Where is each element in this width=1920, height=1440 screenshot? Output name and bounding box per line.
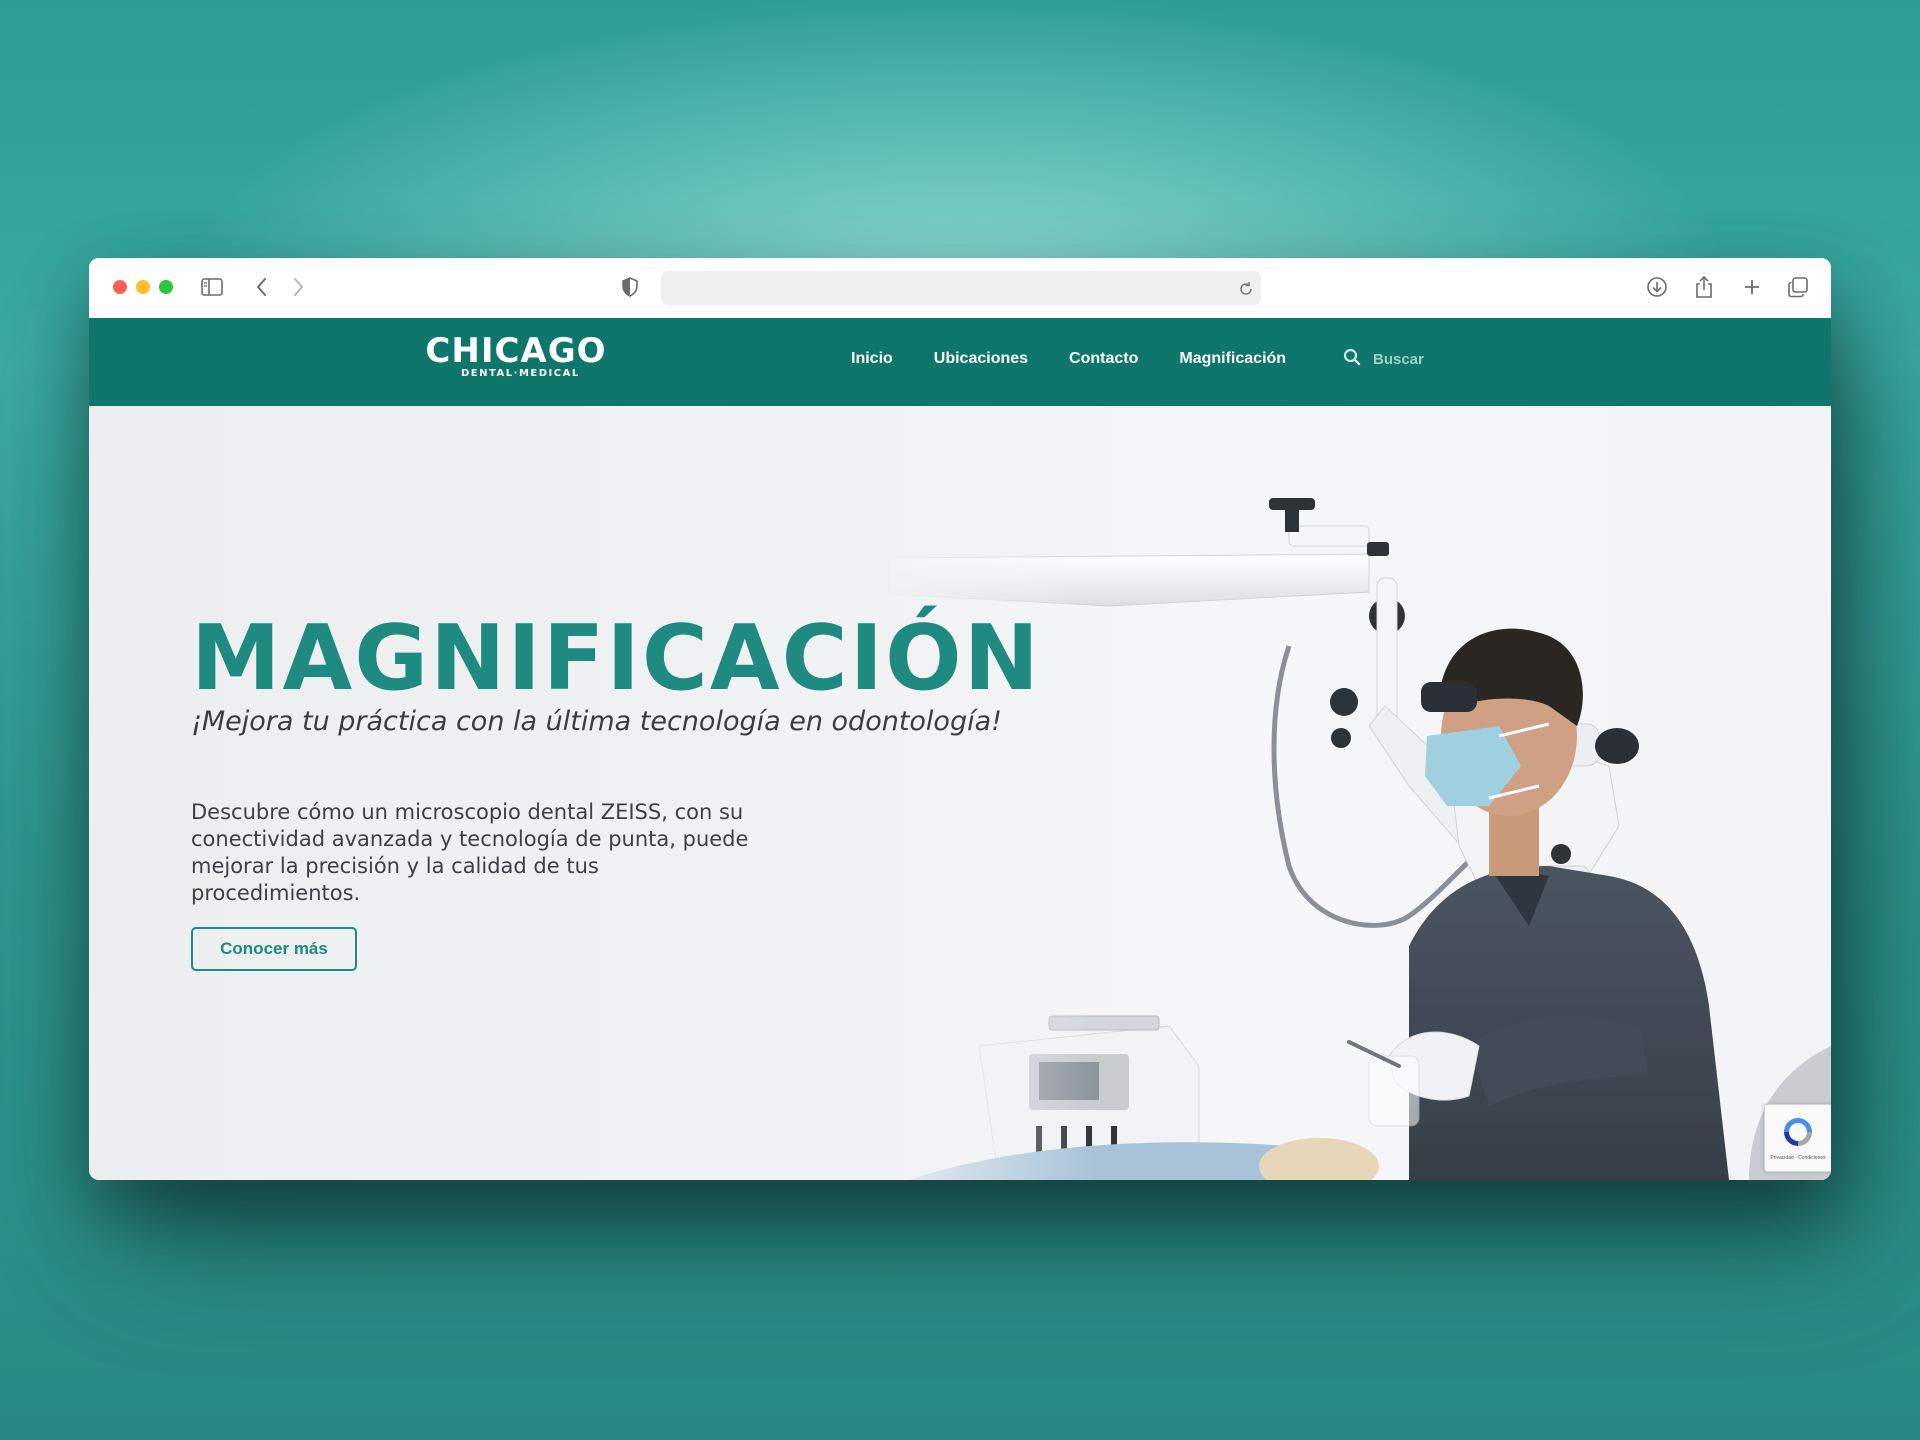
tabs-overview-icon[interactable] xyxy=(1785,274,1811,300)
hero-description: Descubre cómo un microscopio dental ZEIS… xyxy=(191,800,749,905)
dentist-microscope-photo xyxy=(849,406,1831,1180)
hero-subtitle: ¡Mejora tu práctica con la última tecnol… xyxy=(191,706,1002,737)
recaptcha-text: Privacidad - Condiciones xyxy=(1770,1155,1826,1161)
hero-section: MAGNIFICACIÓN ¡Mejora tu práctica con la… xyxy=(89,406,1831,1180)
address-bar[interactable] xyxy=(661,271,1261,305)
nav-link-ubicaciones[interactable]: Ubicaciones xyxy=(934,350,1028,368)
back-icon[interactable] xyxy=(249,274,275,300)
forward-icon[interactable] xyxy=(285,274,311,300)
logo-name: CHICAGO xyxy=(425,331,607,371)
new-tab-icon[interactable] xyxy=(1739,274,1765,300)
sidebar-icon[interactable] xyxy=(199,274,225,300)
logo[interactable]: CHICAGO DENTAL·MEDICAL xyxy=(421,332,611,392)
browser-toolbar xyxy=(89,258,1831,319)
site-header: CHICAGO DENTAL·MEDICAL Inicio Ubicacione… xyxy=(89,318,1831,406)
shield-icon[interactable] xyxy=(617,274,643,300)
nav-link-inicio[interactable]: Inicio xyxy=(851,350,893,368)
minimize-window-button[interactable] xyxy=(136,280,150,294)
hero-title: MAGNIFICACIÓN xyxy=(191,606,1041,711)
share-icon[interactable] xyxy=(1691,274,1717,300)
browser-window: CHICAGO DENTAL·MEDICAL Inicio Ubicacione… xyxy=(89,258,1831,1180)
maximize-window-button[interactable] xyxy=(159,280,173,294)
close-window-button[interactable] xyxy=(113,280,127,294)
reload-icon[interactable] xyxy=(1233,276,1259,302)
search-placeholder: Buscar xyxy=(1373,350,1424,368)
recaptcha-badge[interactable]: Privacidad - Condiciones xyxy=(1764,1104,1831,1172)
nav-link-contacto[interactable]: Contacto xyxy=(1069,350,1138,368)
nav-link-magnificacion[interactable]: Magnificación xyxy=(1179,350,1286,368)
recaptcha-icon xyxy=(1781,1115,1815,1153)
download-icon[interactable] xyxy=(1644,274,1670,300)
search-field[interactable]: Buscar xyxy=(1343,348,1424,370)
search-icon xyxy=(1343,348,1361,370)
main-nav: Inicio Ubicaciones Contacto Magnificació… xyxy=(851,350,1327,368)
conocer-mas-button[interactable]: Conocer más xyxy=(191,927,357,971)
